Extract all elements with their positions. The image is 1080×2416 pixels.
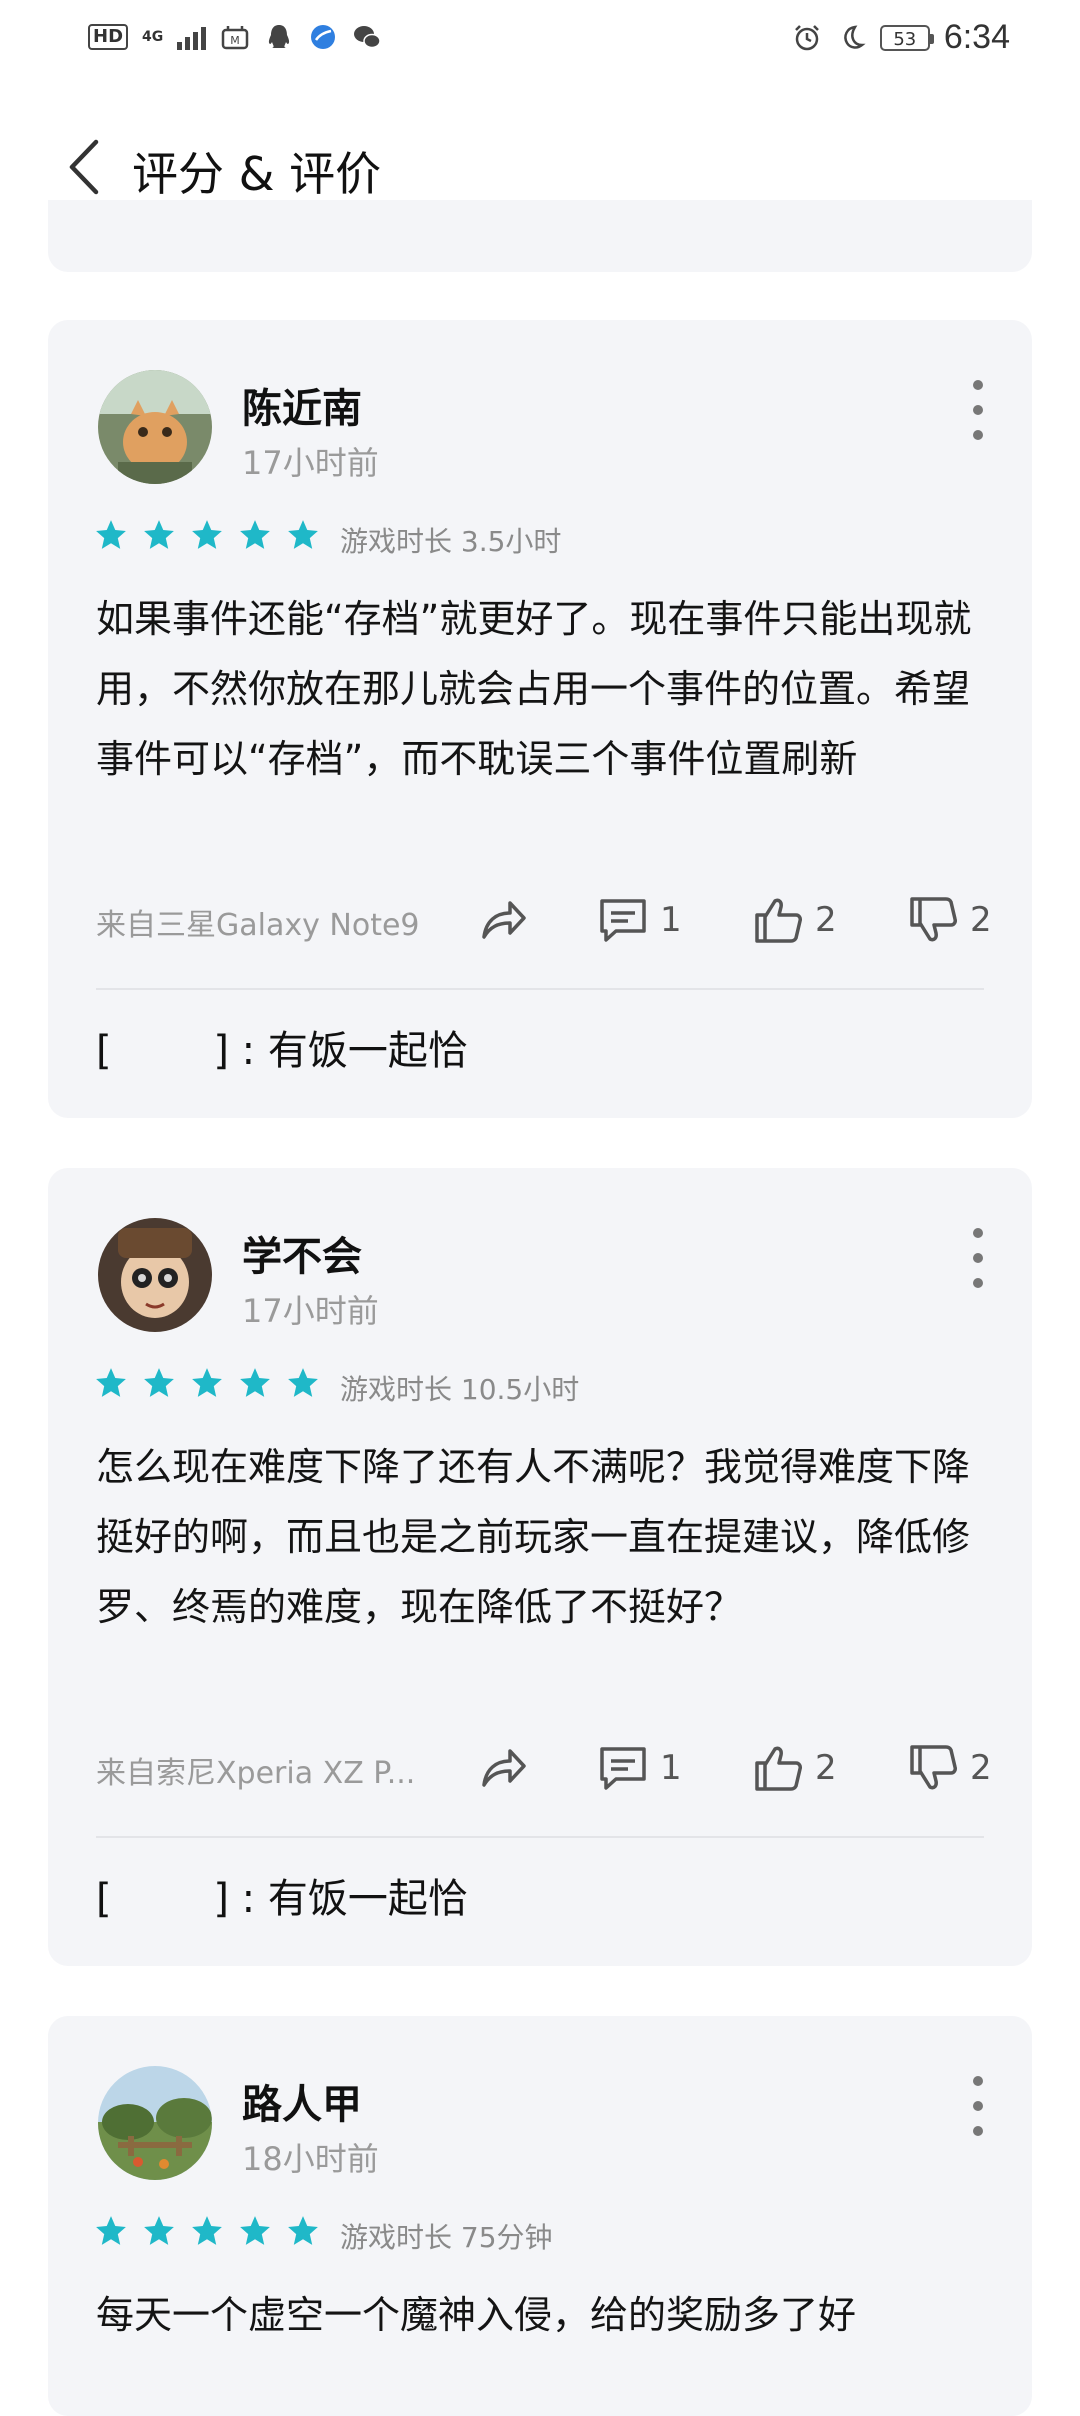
moon-icon: [844, 24, 866, 49]
dislike-button[interactable]: 2: [906, 890, 992, 950]
share-icon: [482, 901, 526, 939]
username[interactable]: 陈近南: [242, 376, 362, 434]
review-card: 学不会 17小时前 游戏时长 10.5小时 怎么现在难度下降了还有人不满呢？我觉…: [48, 1168, 1032, 1966]
browser-icon: [311, 25, 336, 49]
username[interactable]: 路人甲: [242, 2072, 362, 2130]
star-icon: [144, 1368, 174, 1397]
avatar[interactable]: [98, 1218, 212, 1332]
comment-button[interactable]: 1: [596, 1738, 682, 1798]
dislike-button[interactable]: 2: [906, 1738, 992, 1798]
developer-reply[interactable]: [ ] : 有饭一起恰: [96, 1866, 468, 1924]
review-actions: 来自索尼Xperia XZ P... 1 2 2: [96, 1738, 992, 1798]
avatar[interactable]: [98, 2066, 212, 2180]
username[interactable]: 学不会: [242, 1224, 362, 1282]
dislike-count: 2: [970, 1748, 992, 1788]
developer-reply[interactable]: [ ] : 有饭一起恰: [96, 1018, 468, 1076]
comment-icon: [600, 1747, 646, 1790]
star-icon: [288, 1368, 318, 1397]
star-icon: [144, 2216, 174, 2245]
network-type: 4G: [142, 29, 164, 45]
share-icon: [482, 1749, 526, 1787]
status-bar: HD 4G M 53 6:34: [0, 0, 1080, 80]
review-actions: 来自三星Galaxy Note9 1 2 2: [96, 890, 992, 950]
like-count: 2: [815, 900, 837, 940]
share-button[interactable]: [476, 890, 530, 950]
status-bar-left: HD 4G M: [88, 22, 382, 52]
like-button[interactable]: 2: [751, 1738, 837, 1798]
star-icon: [144, 520, 174, 549]
playtime: 游戏时长 3.5小时: [340, 525, 562, 558]
comment-button[interactable]: 1: [596, 890, 682, 950]
star-icon: [192, 1368, 222, 1397]
device-label: 来自索尼Xperia XZ P...: [96, 1756, 416, 1791]
battery-icon: 53: [879, 24, 934, 51]
star-icon: [96, 2216, 126, 2245]
app-notification-icon: M: [222, 26, 249, 50]
divider: [96, 1836, 984, 1838]
comment-count: 1: [660, 900, 682, 940]
star-icon: [240, 1368, 270, 1397]
star-rating: [94, 2214, 320, 2248]
alarm-icon: [794, 24, 819, 50]
review-card-previous: [48, 200, 1032, 272]
signal-icon: [177, 24, 207, 50]
star-rating: [94, 518, 320, 552]
like-button[interactable]: 2: [751, 890, 837, 950]
divider: [96, 988, 984, 990]
wechat-icon: [354, 26, 381, 49]
star-icon: [240, 520, 270, 549]
dislike-count: 2: [970, 900, 992, 940]
comment-count: 1: [660, 1748, 682, 1788]
star-icon: [96, 520, 126, 549]
qq-icon: [269, 25, 290, 48]
thumbs-down-icon: [910, 1745, 957, 1790]
star-icon: [192, 2216, 222, 2245]
review-card: 陈近南 17小时前 游戏时长 3.5小时 如果事件还能“存档”就更好了。现在事件…: [48, 320, 1032, 1118]
chevron-left-icon[interactable]: [60, 134, 116, 200]
like-count: 2: [815, 1748, 837, 1788]
device-label: 来自三星Galaxy Note9: [96, 908, 420, 943]
review-text[interactable]: 如果事件还能“存档”就更好了。现在事件只能出现就用，不然你放在那儿就会占用一个事…: [96, 584, 996, 794]
avatar[interactable]: [98, 370, 212, 484]
star-icon: [192, 520, 222, 549]
star-icon: [288, 2216, 318, 2245]
review-time: 17小时前: [242, 1292, 379, 1330]
thumbs-up-icon: [755, 898, 802, 943]
svg-text:M: M: [231, 34, 241, 47]
review-time: 18小时前: [242, 2140, 379, 2178]
status-bar-right: 53 6:34: [792, 18, 1010, 57]
more-options-icon[interactable]: [968, 1228, 988, 1288]
share-button[interactable]: [476, 1738, 530, 1798]
more-options-icon[interactable]: [968, 2076, 988, 2136]
thumbs-up-icon: [755, 1746, 802, 1791]
page-title: 评分 & 评价: [132, 147, 382, 201]
comment-icon: [600, 899, 646, 942]
status-time: 6:34: [943, 18, 1010, 56]
star-icon: [288, 520, 318, 549]
review-text[interactable]: 怎么现在难度下降了还有人不满呢？我觉得难度下降挺好的啊，而且也是之前玩家一直在提…: [96, 1432, 996, 1642]
playtime: 游戏时长 75分钟: [340, 2221, 553, 2254]
hd-icon: HD: [88, 24, 129, 50]
star-icon: [240, 2216, 270, 2245]
review-card: 路人甲 18小时前 游戏时长 75分钟 每天一个虚空一个魔神入侵，给的奖励多了好: [48, 2016, 1032, 2416]
thumbs-down-icon: [910, 897, 957, 942]
review-time: 17小时前: [242, 444, 379, 482]
star-rating: [94, 1366, 320, 1400]
more-options-icon[interactable]: [968, 380, 988, 440]
star-icon: [96, 1368, 126, 1397]
playtime: 游戏时长 10.5小时: [340, 1373, 580, 1406]
